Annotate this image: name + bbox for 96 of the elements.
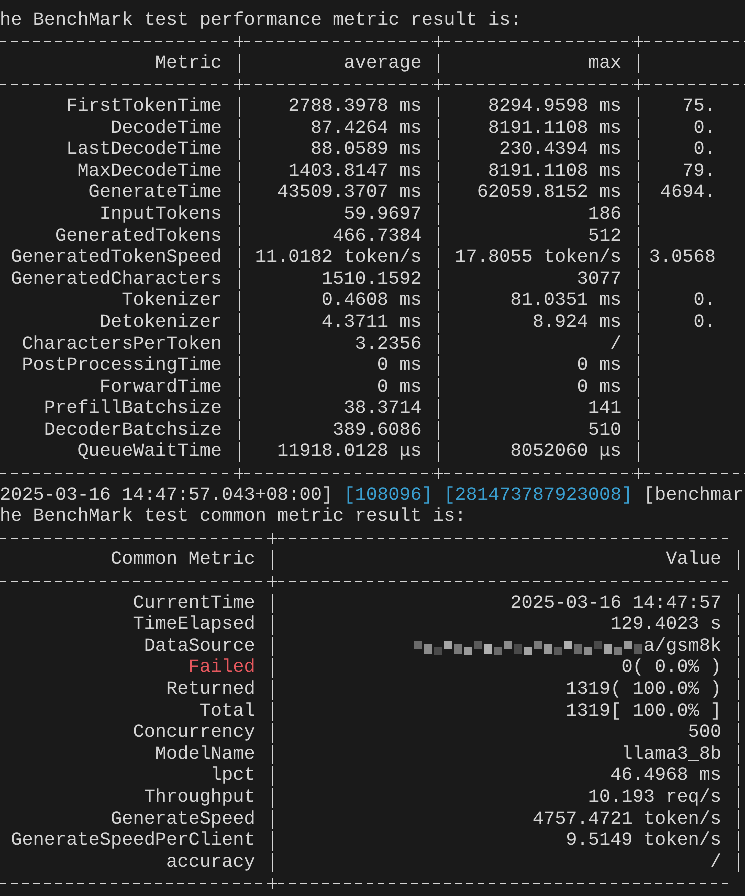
table-cell: 0( 0.0% ) xyxy=(622,657,722,679)
table-cell: 500 xyxy=(688,722,722,744)
table-cell-text: 11918.0128 μs xyxy=(276,441,423,464)
metric-name: Total xyxy=(198,700,256,722)
metric-name: Throughput xyxy=(143,786,256,809)
table-cell-text: 87.4264 ms xyxy=(310,118,423,140)
table-cell-text: 0 ms xyxy=(576,355,623,377)
table-cell: 1319( 100.0% ) xyxy=(566,679,722,701)
table-cell: a/gsm8k xyxy=(644,636,722,658)
table-cell-text: 88.0589 ms xyxy=(310,139,423,161)
table-cell-text: 0. xyxy=(692,118,716,140)
table-cell-text: 43509.3707 ms xyxy=(276,182,423,204)
metric-name: CharactersPerToken xyxy=(21,334,224,356)
table-cell-text: 510 xyxy=(587,420,623,442)
column-header: average xyxy=(343,52,423,74)
table-cell-text: 1403.8147 ms xyxy=(288,160,423,182)
table-cell-text: 62059.8152 ms xyxy=(476,182,623,204)
table-cell-text: 0 ms xyxy=(376,376,423,398)
table-cell-text: 1510.1592 xyxy=(320,268,423,290)
metric-name: GeneratedCharacters xyxy=(10,268,224,290)
table-cell: 129.4023 s xyxy=(610,614,722,636)
metric-name: ForwardTime xyxy=(98,376,224,398)
table-cell-text: 230.4394 ms xyxy=(498,139,623,161)
table-cell-text: 0. xyxy=(692,290,716,312)
metric-name: LastDecodeTime xyxy=(66,139,224,161)
metric-name: DecodeTime xyxy=(110,118,224,140)
table-cell-text: 0. xyxy=(692,312,716,334)
table-cell-text: 3.0568 xyxy=(648,247,716,269)
log-text: [benchmar xyxy=(644,484,744,506)
table-cell: 46.4968 ms xyxy=(610,765,722,787)
table-cell-text: 81.0351 ms xyxy=(510,290,623,312)
table-cell-text: 79. xyxy=(682,160,716,182)
table-cell-text: 8052060 μs xyxy=(510,441,623,464)
table-cell-text: 8294.9598 ms xyxy=(487,96,623,118)
table-cell-text: 17.8055 token/s xyxy=(454,247,623,269)
column-header: Metric xyxy=(154,52,224,74)
table-cell-text: / xyxy=(610,334,623,356)
column-header: max xyxy=(587,52,623,74)
metric-name: GeneratedTokens xyxy=(54,226,224,248)
metric-name: InputTokens xyxy=(98,204,224,226)
table-cell-text: 11.0182 token/s xyxy=(254,247,423,269)
table-cell-text: 59.9697 xyxy=(343,204,423,226)
log-id: [108096] xyxy=(344,484,433,506)
result-title: he BenchMark test common metric result is: xyxy=(0,506,466,528)
column-header: Common Metric xyxy=(110,549,256,572)
table-cell-text: 0 ms xyxy=(576,376,623,398)
table-cell-text: 389.6086 xyxy=(332,420,423,442)
table-cell: 2025-03-16 14:47:57 xyxy=(510,592,722,614)
metric-name: lpct xyxy=(210,765,256,787)
table-cell-text: 8191.1108 ms xyxy=(487,160,623,182)
table-cell-text: 4694. xyxy=(659,182,716,204)
table-cell-text: 75. xyxy=(682,96,716,118)
metric-name: CurrentTime xyxy=(132,592,256,614)
metric-name: GenerateSpeed xyxy=(110,808,256,830)
table-cell: 4757.4721 token/s xyxy=(532,808,722,830)
metric-name: accuracy xyxy=(166,852,256,874)
metric-name: GeneratedTokenSpeed xyxy=(10,247,224,269)
result-title: he BenchMark test performance metric result is: xyxy=(0,10,522,32)
table-cell-text: 186 xyxy=(587,204,623,226)
metric-name: Returned xyxy=(166,679,256,701)
table-cell-text: 141 xyxy=(587,398,623,420)
table-cell-text: 8191.1108 ms xyxy=(487,118,623,140)
metric-name: Concurrency xyxy=(132,722,256,744)
metric-name: MaxDecodeTime xyxy=(76,160,224,182)
table-cell-text: 512 xyxy=(587,226,623,248)
metric-name: Tokenizer xyxy=(121,290,224,312)
log-id: [281473787923008] xyxy=(444,484,633,506)
table-cell: / xyxy=(710,852,722,874)
metric-name: Failed xyxy=(188,657,256,679)
metric-name: DecoderBatchsize xyxy=(43,420,224,442)
metric-name: Detokenizer xyxy=(98,312,224,334)
table-cell-text: 3.2356 xyxy=(354,334,423,356)
table-cell-text: 8.924 ms xyxy=(532,312,623,334)
table-cell-text: 0.4608 ms xyxy=(320,290,423,312)
metric-name: TimeElapsed xyxy=(132,614,256,636)
metric-name: PrefillBatchsize xyxy=(43,398,224,420)
table-cell-text: 2788.3978 ms xyxy=(288,96,423,118)
table-cell-text: 0. xyxy=(692,139,716,161)
column-header: Value xyxy=(665,549,723,572)
table-cell-text: 4.3711 ms xyxy=(320,312,423,334)
table-cell-text: 0 ms xyxy=(376,355,423,377)
table-cell: llama3_8b xyxy=(622,744,722,766)
table-cell-text: 38.3714 xyxy=(343,398,423,420)
table-cell: 1319[ 100.0% ] xyxy=(566,700,722,722)
table-cell-text: 466.7384 xyxy=(332,226,423,248)
metric-name: DataSource xyxy=(143,636,256,658)
metric-name: FirstTokenTime xyxy=(66,96,224,118)
metric-name: GenerateSpeedPerClient xyxy=(10,830,256,852)
table-cell-text: 3077 xyxy=(576,268,623,290)
table-cell: 9.5149 token/s xyxy=(566,830,722,852)
metric-name: GenerateTime xyxy=(88,182,224,204)
metric-name: PostProcessingTime xyxy=(21,355,224,377)
metric-name: QueueWaitTime xyxy=(76,441,224,464)
metric-name: ModelName xyxy=(154,744,256,766)
log-text: 2025-03-16 14:47:57.043+08:00] xyxy=(0,484,334,506)
table-cell: 10.193 req/s xyxy=(588,786,722,809)
